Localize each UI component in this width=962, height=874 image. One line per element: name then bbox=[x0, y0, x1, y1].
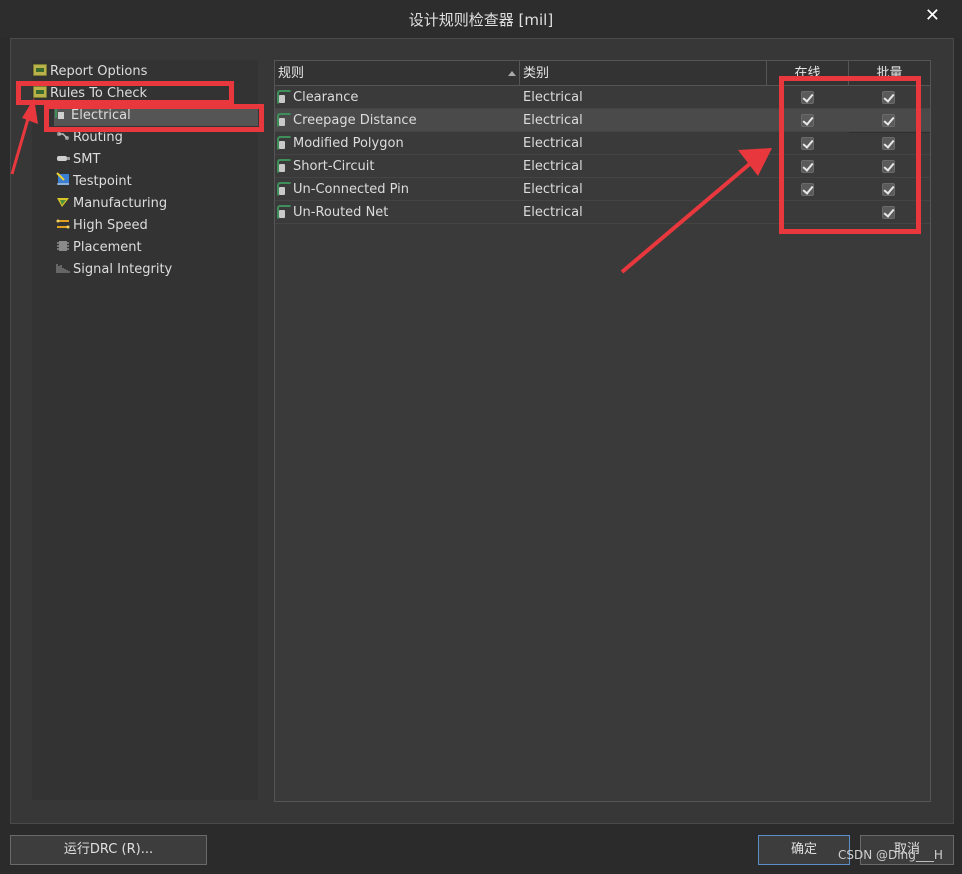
rule-category: Electrical bbox=[523, 159, 583, 174]
rule-name: Un-Routed Net bbox=[293, 205, 389, 220]
column-header-rule[interactable]: 规则 bbox=[275, 61, 520, 86]
tree-item-high-speed[interactable]: High Speed bbox=[56, 216, 148, 236]
annotation-box-rules-to-check bbox=[16, 81, 234, 105]
ok-button[interactable]: 确定 bbox=[758, 835, 850, 865]
rule-category: Electrical bbox=[523, 90, 583, 105]
rule-name: Clearance bbox=[293, 90, 359, 105]
run-drc-button[interactable]: 运行DRC (R)... bbox=[10, 835, 207, 865]
rule-icon bbox=[277, 205, 292, 220]
tree-item-label: Manufacturing bbox=[73, 196, 168, 211]
rule-icon bbox=[277, 182, 292, 197]
rule-category: Electrical bbox=[523, 182, 583, 197]
watermark: CSDN @Ding___H bbox=[838, 848, 943, 862]
column-header-label: 类别 bbox=[523, 66, 550, 81]
high-speed-icon bbox=[56, 217, 70, 229]
tree-item-label: Routing bbox=[73, 130, 123, 145]
column-header-label: 规则 bbox=[278, 66, 305, 81]
tree-item-label: SMT bbox=[73, 152, 101, 167]
rule-category: Electrical bbox=[523, 205, 583, 220]
smt-icon bbox=[56, 151, 70, 163]
tree-item-label: Signal Integrity bbox=[73, 262, 173, 277]
rule-icon bbox=[277, 113, 292, 128]
rule-name: Un-Connected Pin bbox=[293, 182, 409, 197]
rule-category-tree: Report Options Rules To Check Electrical… bbox=[32, 60, 258, 800]
rule-category: Electrical bbox=[523, 113, 583, 128]
rule-icon bbox=[277, 159, 292, 174]
manufacturing-icon bbox=[56, 195, 70, 207]
sort-ascending-icon bbox=[508, 71, 516, 76]
title-bar: 设计规则检查器 [mil] ✕ bbox=[0, 0, 962, 38]
window-title: 设计规则检查器 [mil] bbox=[408, 11, 554, 29]
column-header-category[interactable]: 类别 bbox=[520, 61, 767, 86]
rule-name: Short-Circuit bbox=[293, 159, 375, 174]
tree-item-signal-integrity[interactable]: Signal Integrity bbox=[56, 260, 172, 280]
tree-item-label: Report Options bbox=[50, 64, 148, 79]
placement-icon bbox=[56, 239, 70, 251]
tree-item-label: Testpoint bbox=[73, 174, 132, 189]
annotation-box-electrical bbox=[44, 104, 264, 132]
rule-icon bbox=[277, 136, 292, 151]
close-icon[interactable]: ✕ bbox=[925, 5, 940, 26]
tree-item-smt[interactable]: SMT bbox=[56, 150, 100, 170]
rule-name: Creepage Distance bbox=[293, 113, 417, 128]
tree-item-placement[interactable]: Placement bbox=[56, 238, 142, 258]
signal-integrity-icon bbox=[56, 261, 70, 273]
folder-icon bbox=[33, 64, 47, 76]
tree-item-label: Placement bbox=[73, 240, 142, 255]
tree-item-manufacturing[interactable]: Manufacturing bbox=[56, 194, 167, 214]
tree-item-report-options[interactable]: Report Options bbox=[33, 62, 147, 82]
testpoint-icon bbox=[56, 172, 70, 185]
tree-item-label: High Speed bbox=[73, 218, 148, 233]
rule-name: Modified Polygon bbox=[293, 136, 404, 151]
rule-category: Electrical bbox=[523, 136, 583, 151]
annotation-box-checkboxes bbox=[779, 76, 921, 234]
rule-icon bbox=[277, 90, 292, 105]
tree-item-testpoint[interactable]: Testpoint bbox=[56, 172, 132, 192]
